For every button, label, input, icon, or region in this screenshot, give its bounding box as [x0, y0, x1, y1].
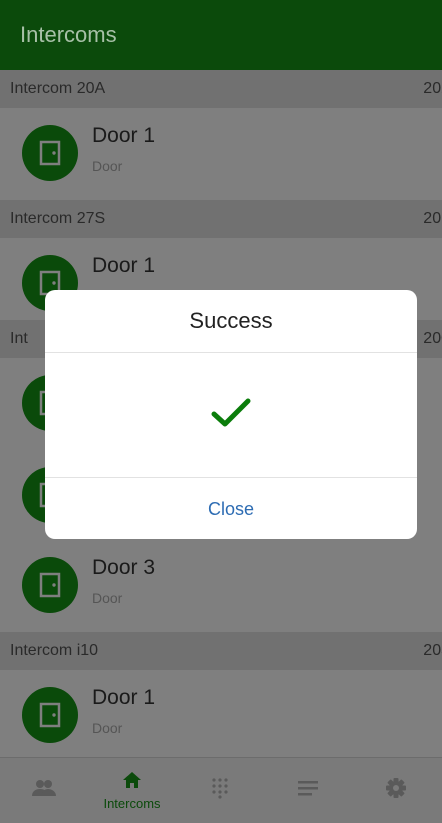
dialog-title: Success	[45, 290, 417, 353]
modal-overlay: Success Close	[0, 0, 442, 823]
dialog-body	[45, 353, 417, 478]
success-dialog: Success Close	[45, 290, 417, 539]
checkmark-icon	[211, 398, 251, 433]
close-button[interactable]: Close	[45, 478, 417, 539]
